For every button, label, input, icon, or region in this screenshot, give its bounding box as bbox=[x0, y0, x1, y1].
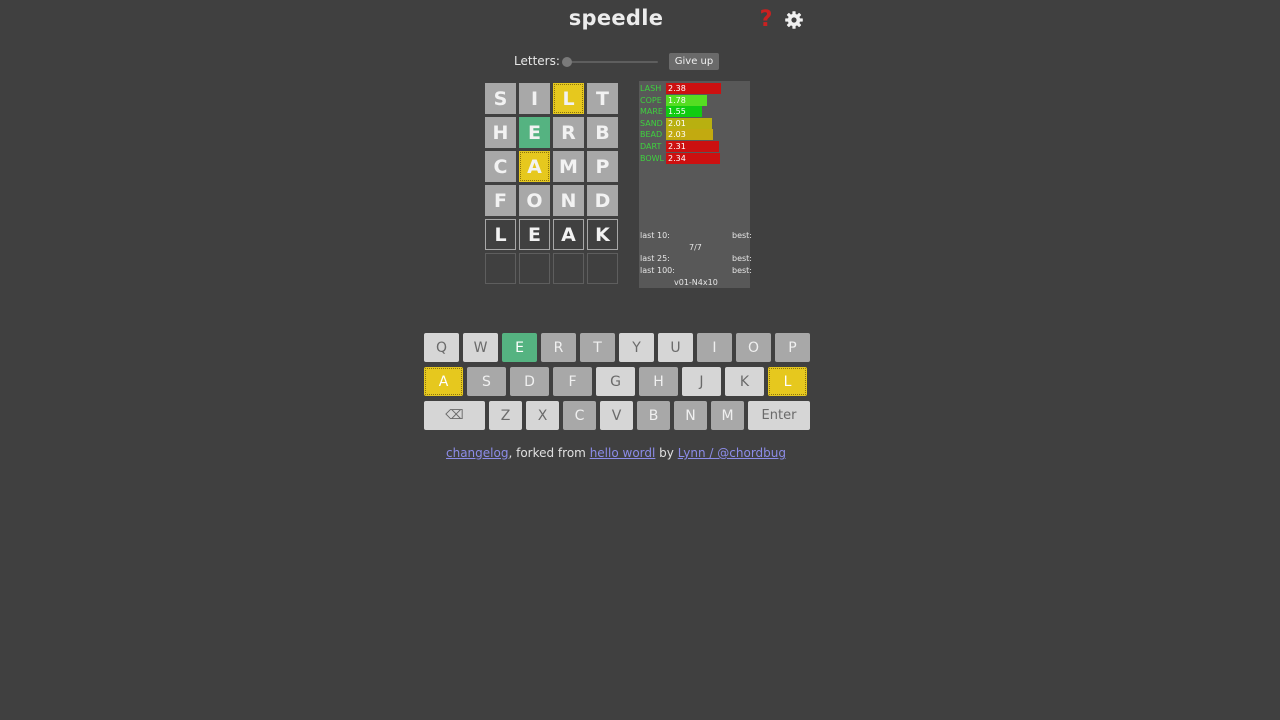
key-o[interactable]: O bbox=[736, 333, 771, 362]
last10-best-label: best: bbox=[732, 231, 752, 240]
stats-word: BEAD bbox=[640, 130, 663, 139]
board-tile: D bbox=[587, 185, 618, 216]
board-tile bbox=[485, 253, 516, 284]
board-tile: F bbox=[485, 185, 516, 216]
slider-thumb[interactable] bbox=[562, 57, 572, 67]
key-x[interactable]: X bbox=[526, 401, 559, 430]
stats-time-value: 2.38 bbox=[668, 84, 686, 93]
help-icon[interactable]: ? bbox=[758, 9, 774, 31]
board-tile: B bbox=[587, 117, 618, 148]
key-d[interactable]: D bbox=[510, 367, 549, 396]
key-i[interactable]: I bbox=[697, 333, 732, 362]
hello-wordl-link[interactable]: hello wordl bbox=[590, 446, 656, 460]
key-y[interactable]: Y bbox=[619, 333, 654, 362]
footer-forked-text: , forked from bbox=[508, 446, 590, 460]
key-f[interactable]: F bbox=[553, 367, 592, 396]
key-l[interactable]: L bbox=[768, 367, 807, 396]
letters-slider[interactable] bbox=[562, 57, 660, 67]
page: speedle ? Letters: Give up SILTHERBCAMPF… bbox=[0, 0, 1280, 720]
key-a[interactable]: A bbox=[424, 367, 463, 396]
key-p[interactable]: P bbox=[775, 333, 810, 362]
key-g[interactable]: G bbox=[596, 367, 635, 396]
stats-history-row: DART 2.31 bbox=[640, 141, 750, 152]
board-tile: E bbox=[519, 117, 550, 148]
key-e[interactable]: E bbox=[502, 333, 537, 362]
board-tile: A bbox=[519, 151, 550, 182]
last25-label: last 25: bbox=[640, 254, 670, 263]
slider-track bbox=[566, 61, 658, 63]
give-up-button[interactable]: Give up bbox=[669, 53, 719, 70]
key-j[interactable]: J bbox=[682, 367, 721, 396]
key-t[interactable]: T bbox=[580, 333, 615, 362]
stats-time-value: 1.78 bbox=[668, 96, 686, 105]
key-n[interactable]: N bbox=[674, 401, 707, 430]
stats-time-value: 1.55 bbox=[668, 107, 686, 116]
key-w[interactable]: W bbox=[463, 333, 498, 362]
key-u[interactable]: U bbox=[658, 333, 693, 362]
footer: changelog, forked from hello wordl by Ly… bbox=[0, 446, 1232, 460]
key-c[interactable]: C bbox=[563, 401, 596, 430]
backspace-key[interactable]: ⌫ bbox=[424, 401, 485, 430]
stats-word: SAND bbox=[640, 119, 663, 128]
stats-time-value: 2.34 bbox=[668, 154, 686, 163]
board-tile: K bbox=[587, 219, 618, 250]
board-tile: M bbox=[553, 151, 584, 182]
letters-label: Letters: bbox=[514, 54, 560, 68]
stats-history-row: BOWL 2.34 bbox=[640, 153, 750, 164]
stats-history-row: BEAD 2.03 bbox=[640, 129, 750, 140]
stats-panel: LASH 2.38 COPE 1.78 MARE 1.55 SAND 2.01 BEAD 2.03… bbox=[639, 81, 752, 288]
stats-word: MARE bbox=[640, 107, 663, 116]
stats-history-row: SAND 2.01 bbox=[640, 118, 750, 129]
board-tile: R bbox=[553, 117, 584, 148]
stats-time-value: 2.31 bbox=[668, 142, 686, 151]
game-board: SILTHERBCAMPFONDLEAK bbox=[485, 83, 618, 284]
board-tile: S bbox=[485, 83, 516, 114]
stats-time-value: 2.03 bbox=[668, 130, 686, 139]
key-r[interactable]: R bbox=[541, 333, 576, 362]
last10-label: last 10: bbox=[640, 231, 670, 240]
author-link[interactable]: Lynn / @chordbug bbox=[678, 446, 786, 460]
stats-word: LASH bbox=[640, 84, 662, 93]
board-tile: L bbox=[553, 83, 584, 114]
last100-best-label: best: bbox=[732, 266, 752, 275]
board-tile bbox=[519, 253, 550, 284]
stats-time-value: 2.01 bbox=[668, 119, 686, 128]
key-m[interactable]: M bbox=[711, 401, 744, 430]
last100-label: last 100: bbox=[640, 266, 675, 275]
board-tile bbox=[587, 253, 618, 284]
board-tile: H bbox=[485, 117, 516, 148]
stats-history-row: MARE 1.55 bbox=[640, 106, 750, 117]
stats-history-row: LASH 2.38 bbox=[640, 83, 750, 94]
key-q[interactable]: Q bbox=[424, 333, 459, 362]
enter-key[interactable]: Enter bbox=[748, 401, 810, 430]
changelog-link[interactable]: changelog bbox=[446, 446, 508, 460]
stats-word: BOWL bbox=[640, 154, 665, 163]
version-label: v01-N4x10 bbox=[674, 278, 718, 287]
stats-word: DART bbox=[640, 142, 662, 151]
stats-history-row: COPE 1.78 bbox=[640, 95, 750, 106]
gear-icon[interactable] bbox=[784, 10, 804, 30]
board-tile: P bbox=[587, 151, 618, 182]
stats-word: COPE bbox=[640, 96, 662, 105]
board-tile: L bbox=[485, 219, 516, 250]
key-s[interactable]: S bbox=[467, 367, 506, 396]
footer-by-text: by bbox=[655, 446, 678, 460]
key-z[interactable]: Z bbox=[489, 401, 522, 430]
stats-count: 7/7 bbox=[689, 243, 702, 252]
board-tile: N bbox=[553, 185, 584, 216]
key-v[interactable]: V bbox=[600, 401, 633, 430]
key-h[interactable]: H bbox=[639, 367, 678, 396]
key-b[interactable]: B bbox=[637, 401, 670, 430]
board-tile bbox=[553, 253, 584, 284]
app-title: speedle bbox=[568, 6, 664, 30]
board-tile: A bbox=[553, 219, 584, 250]
board-tile: E bbox=[519, 219, 550, 250]
board-tile: I bbox=[519, 83, 550, 114]
board-tile: T bbox=[587, 83, 618, 114]
board-tile: C bbox=[485, 151, 516, 182]
board-tile: O bbox=[519, 185, 550, 216]
last25-best-label: best: bbox=[732, 254, 752, 263]
key-k[interactable]: K bbox=[725, 367, 764, 396]
